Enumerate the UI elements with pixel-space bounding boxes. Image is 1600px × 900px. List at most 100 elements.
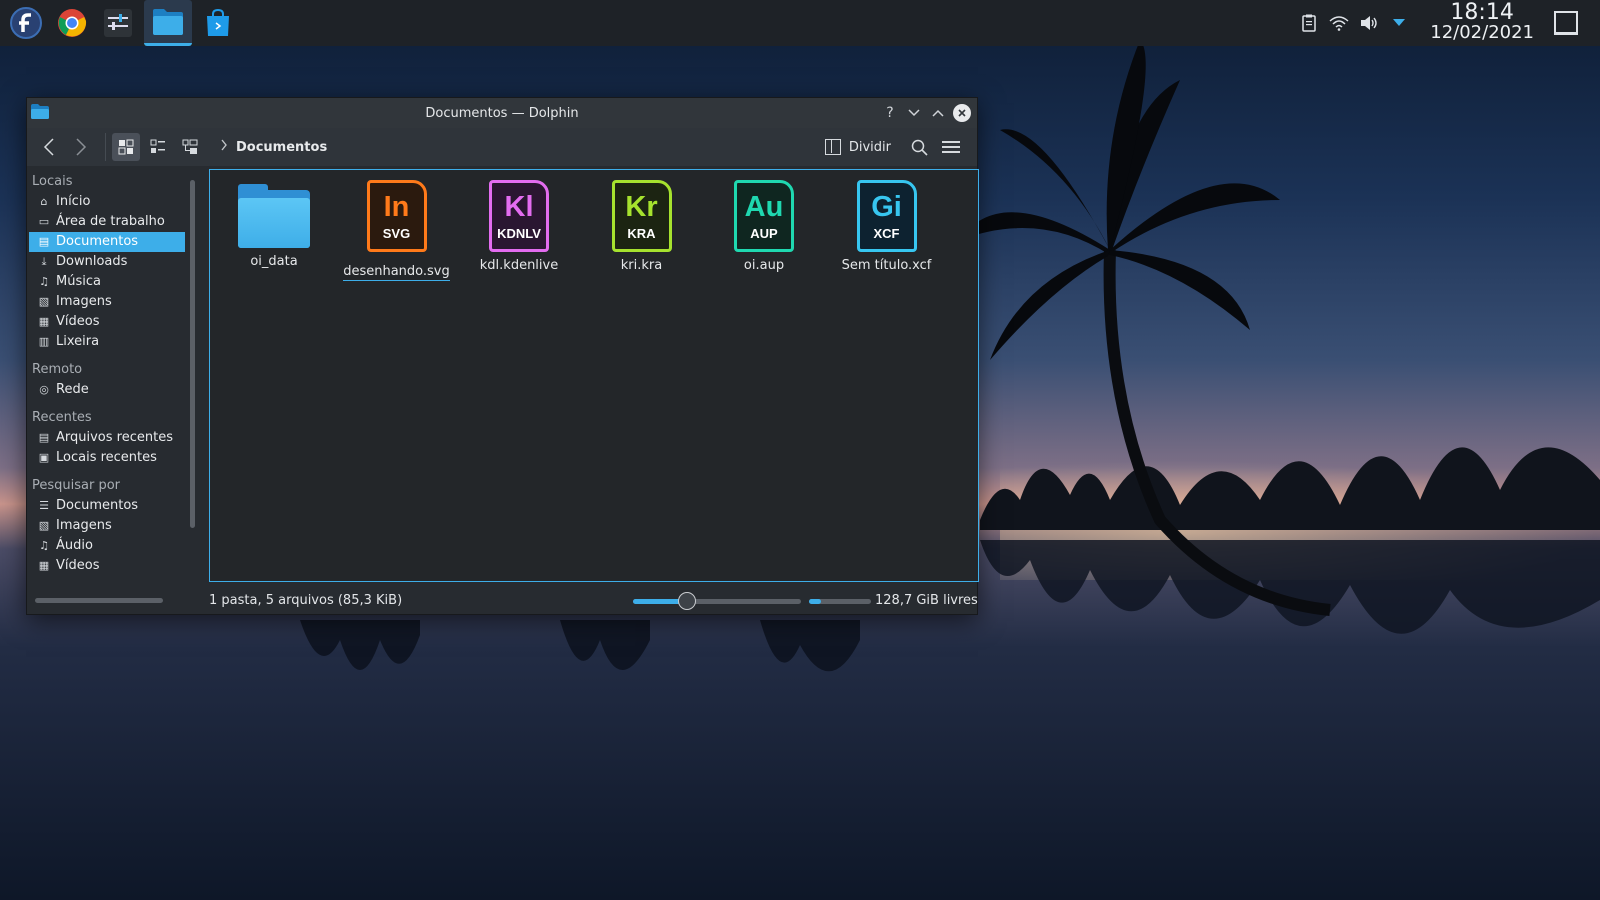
toolbar: Documentos Dividir bbox=[27, 128, 977, 166]
help-button[interactable]: ? bbox=[879, 103, 901, 123]
sidebar-item-label: Vídeos bbox=[56, 558, 100, 573]
sidebar-item-v-deos[interactable]: ▦ Vídeos bbox=[29, 556, 185, 576]
file-type-icon: Gi XCF bbox=[856, 180, 917, 252]
close-button[interactable] bbox=[953, 104, 971, 122]
system-tray: 18:14 12/02/2021 bbox=[1294, 0, 1600, 46]
sidebar-item-imagens[interactable]: ▧ Imagens bbox=[29, 292, 185, 312]
file-item[interactable]: In SVG desenhando.svg bbox=[339, 180, 455, 281]
music-icon: ♫ bbox=[39, 275, 49, 288]
volume-icon[interactable] bbox=[1358, 12, 1380, 34]
file-type-icon: In SVG bbox=[366, 180, 427, 252]
menu-button[interactable] bbox=[937, 133, 965, 161]
search-button[interactable] bbox=[905, 133, 933, 161]
folder-icon bbox=[238, 184, 310, 248]
file-item[interactable]: Kr KRA kri.kra bbox=[584, 180, 700, 273]
sidebar-item-label: Locais recentes bbox=[56, 450, 157, 465]
clock-date: 12/02/2021 bbox=[1430, 22, 1534, 43]
documents-search-icon: ☰ bbox=[39, 499, 49, 512]
sidebar-item-rede[interactable]: ◎ Rede bbox=[29, 380, 185, 400]
desktop-icon: ▭ bbox=[38, 215, 50, 228]
video-search-icon: ▦ bbox=[38, 559, 50, 572]
free-space-bar-fill bbox=[809, 599, 821, 604]
minimize-button[interactable] bbox=[903, 103, 925, 123]
sidebar-item-m-sica[interactable]: ♫ Música bbox=[29, 272, 185, 292]
file-name: kri.kra bbox=[620, 258, 663, 273]
sidebar-item-label: Arquivos recentes bbox=[56, 430, 173, 445]
sidebar-item-in-cio[interactable]: ⌂ Início bbox=[29, 192, 185, 212]
maximize-button[interactable] bbox=[927, 103, 949, 123]
sidebar-item-v-deos[interactable]: ▦ Vídeos bbox=[29, 312, 185, 332]
places-scrollbar[interactable] bbox=[190, 180, 195, 528]
places-section-title: Pesquisar por bbox=[32, 478, 121, 493]
file-type-icon: Kr KRA bbox=[611, 180, 672, 252]
folder-item[interactable]: oi_data bbox=[216, 180, 332, 269]
file-icon-ext: SVG bbox=[382, 225, 411, 241]
clock-time: 18:14 bbox=[1450, 0, 1514, 25]
back-button[interactable] bbox=[35, 133, 63, 161]
dolphin-window: Documentos — Dolphin ? Documentos Dividi… bbox=[26, 97, 979, 615]
file-icon-abbrev: Gi bbox=[871, 190, 902, 223]
sidebar-item-arquivos-recentes[interactable]: ▤ Arquivos recentes bbox=[29, 428, 185, 448]
sidebar-item-imagens[interactable]: ▧ Imagens bbox=[29, 516, 185, 536]
file-name: Sem título.xcf bbox=[841, 258, 932, 273]
fedora-launcher-icon[interactable] bbox=[6, 3, 46, 43]
file-icon-ext: KRA bbox=[627, 225, 656, 241]
file-item[interactable]: Gi XCF Sem título.xcf bbox=[829, 180, 945, 273]
sidebar-item-label: Imagens bbox=[56, 518, 112, 533]
file-type-icon: Au AUP bbox=[734, 180, 794, 252]
dolphin-icon[interactable] bbox=[144, 0, 192, 46]
sidebar-item-label: Música bbox=[56, 274, 101, 289]
wifi-icon[interactable] bbox=[1328, 12, 1350, 34]
sidebar-item-documentos[interactable]: ▤ Documentos bbox=[29, 232, 185, 252]
sidebar-item-lixeira[interactable]: ▥ Lixeira bbox=[29, 332, 185, 352]
chrome-icon[interactable] bbox=[52, 3, 92, 43]
breadcrumb-current[interactable]: Documentos bbox=[236, 140, 327, 155]
sidebar-item-documentos[interactable]: ☰ Documentos bbox=[29, 496, 185, 516]
tray-expand-icon[interactable] bbox=[1388, 12, 1410, 34]
show-desktop-button[interactable] bbox=[1554, 11, 1578, 35]
file-icon-abbrev: Au bbox=[744, 190, 784, 223]
places-section-title: Recentes bbox=[32, 410, 92, 425]
clock[interactable]: 18:14 12/02/2021 bbox=[1430, 0, 1534, 43]
sidebar-item-downloads[interactable]: ⤓ Downloads bbox=[29, 252, 185, 272]
sidebar-item-label: Documentos bbox=[56, 498, 139, 513]
icons-view-button[interactable] bbox=[112, 133, 140, 161]
file-view[interactable]: oi_data In SVG desenhando.svg Kl KDNLV kdl.kde… bbox=[209, 169, 979, 582]
forward-button[interactable] bbox=[67, 133, 95, 161]
sidebar-item-label: Vídeos bbox=[56, 314, 100, 329]
documents-icon: ▤ bbox=[38, 235, 50, 248]
compact-view-button[interactable] bbox=[144, 133, 172, 161]
breadcrumb[interactable]: Documentos bbox=[220, 139, 327, 155]
file-icon-ext: KDNLV bbox=[497, 225, 541, 241]
sidebar-item-label: Downloads bbox=[56, 254, 128, 269]
video-icon: ▦ bbox=[38, 315, 50, 328]
zoom-slider[interactable] bbox=[633, 592, 801, 610]
recent-places-icon: ▣ bbox=[38, 451, 50, 464]
home-icon: ⌂ bbox=[40, 195, 48, 208]
zoom-slider-handle[interactable] bbox=[677, 592, 696, 610]
sidebar-item--rea-de-trabalho[interactable]: ▭ Área de trabalho bbox=[29, 212, 185, 232]
taskbar: 18:14 12/02/2021 bbox=[0, 0, 1600, 46]
sidebar-item-label: Rede bbox=[56, 382, 89, 397]
free-space-bar bbox=[809, 599, 871, 604]
clipboard-icon[interactable] bbox=[1298, 12, 1320, 34]
sidebar-item--udio[interactable]: ♫ Áudio bbox=[29, 536, 185, 556]
discover-store-icon[interactable] bbox=[198, 3, 238, 43]
file-name: kdl.kdenlive bbox=[479, 258, 559, 273]
settings-icon[interactable] bbox=[98, 3, 138, 43]
sidebar-item-label: Início bbox=[56, 194, 91, 209]
sidebar-item-locais-recentes[interactable]: ▣ Locais recentes bbox=[29, 448, 185, 468]
file-item[interactable]: Au AUP oi.aup bbox=[706, 180, 822, 273]
trash-icon: ▥ bbox=[38, 335, 50, 348]
file-type-icon: Kl KDNLV bbox=[489, 180, 549, 252]
details-view-button[interactable] bbox=[176, 133, 204, 161]
sidebar-item-label: Área de trabalho bbox=[56, 214, 165, 229]
free-space-label: 128,7 GiB livres bbox=[875, 593, 978, 608]
sidebar-item-label: Imagens bbox=[56, 294, 112, 309]
titlebar[interactable]: Documentos — Dolphin ? bbox=[27, 98, 977, 128]
image-icon: ▧ bbox=[38, 295, 50, 308]
split-button[interactable]: Dividir bbox=[824, 139, 891, 155]
image-search-icon: ▧ bbox=[38, 519, 50, 532]
file-item[interactable]: Kl KDNLV kdl.kdenlive bbox=[461, 180, 577, 273]
places-section-title: Remoto bbox=[32, 362, 83, 377]
